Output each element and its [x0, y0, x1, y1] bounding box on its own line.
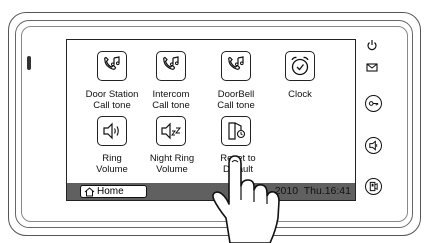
- pointing-hand-icon: [212, 155, 280, 243]
- key-icon: [368, 101, 379, 106]
- doorbell-call-tone-button[interactable]: [221, 51, 251, 81]
- ring-volume-label: Ring Volume: [96, 153, 128, 175]
- door-station-call-tone-button[interactable]: [97, 51, 127, 81]
- key-button[interactable]: [365, 95, 382, 112]
- phone-music-icon: [104, 56, 120, 70]
- phone-music-icon: [163, 56, 179, 70]
- home-label: Home: [97, 186, 124, 197]
- monitor-icon: [369, 181, 378, 192]
- door-station-label: Door Station Call tone: [85, 89, 139, 111]
- side-slot: [27, 56, 31, 70]
- mail-icon: [366, 63, 378, 72]
- home-button[interactable]: Home: [80, 185, 147, 198]
- reset-icon: [228, 122, 246, 140]
- speaker-sleep-icon: [161, 122, 182, 140]
- home-icon: [84, 186, 95, 196]
- intercom-call-tone-button[interactable]: [156, 51, 186, 81]
- clock-button[interactable]: [285, 51, 315, 81]
- monitor-button[interactable]: [365, 178, 382, 195]
- unlock-button[interactable]: [365, 137, 382, 154]
- night-ring-volume-label: Night Ring Volume: [149, 153, 195, 175]
- clock-label: Clock: [288, 89, 312, 100]
- power-icon[interactable]: [366, 39, 378, 51]
- speaker-volume-icon: [103, 122, 119, 140]
- alarm-clock-icon: [291, 56, 309, 76]
- reset-to-default-button[interactable]: [221, 116, 251, 146]
- unlock-icon: [369, 140, 378, 151]
- ring-volume-button[interactable]: [97, 116, 127, 146]
- doorbell-label: DoorBell Call tone: [217, 89, 255, 111]
- phone-music-icon: [228, 56, 244, 70]
- night-ring-volume-button[interactable]: [156, 116, 186, 146]
- intercom-label: Intercom Call tone: [152, 89, 190, 111]
